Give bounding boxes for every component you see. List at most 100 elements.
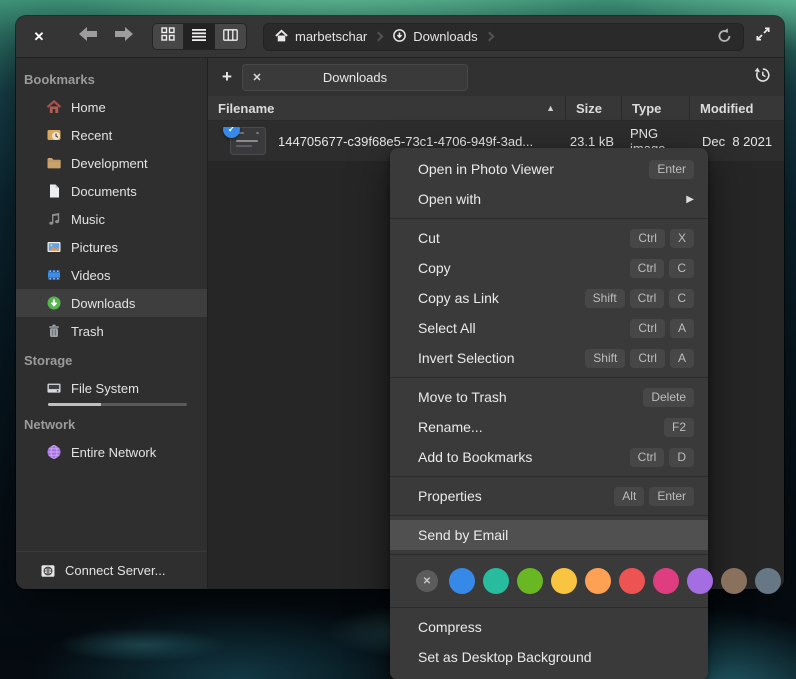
connect-server-label: Connect Server... (65, 563, 165, 578)
tab-close-icon[interactable]: ✕ (243, 71, 271, 84)
menu-item-label: Open with (418, 191, 481, 207)
sidebar-item-entire-network[interactable]: Entire Network (16, 438, 207, 466)
list-header: Filename ▲ Size Type Modified (208, 96, 784, 121)
file-thumbnail: ✓ (230, 127, 266, 155)
sidebar-item-label: File System (71, 381, 139, 396)
sidebar-item-label: Development (71, 156, 148, 171)
path-bar[interactable]: marbetschar Downloads (263, 23, 744, 51)
list-view-icon (192, 28, 206, 46)
color-tag-clear-button[interactable]: ✕ (416, 570, 438, 592)
downloads-icon (46, 295, 62, 311)
menu-item-label: Copy as Link (418, 290, 499, 306)
color-tag-orange[interactable] (585, 568, 611, 594)
sidebar-item-downloads[interactable]: Downloads (16, 289, 207, 317)
sidebar-item-label: Pictures (71, 240, 118, 255)
menu-item-label: Add to Bookmarks (418, 449, 532, 465)
color-tag-red[interactable] (619, 568, 645, 594)
connect-server-button[interactable]: Connect Server... (16, 551, 207, 589)
menu-separator (390, 476, 708, 477)
sidebar-item-label: Home (71, 100, 106, 115)
downloads-emblem-icon (392, 28, 407, 46)
sidebar-item-label: Trash (71, 324, 104, 339)
sidebar-item-label: Documents (71, 184, 137, 199)
color-tag-yellow[interactable] (551, 568, 577, 594)
column-label: Type (632, 101, 661, 116)
key-badge: Ctrl (630, 448, 665, 467)
history-button[interactable] (753, 65, 772, 89)
menu-item-copy-as-link[interactable]: Copy as Link Shift Ctrl C (390, 283, 708, 313)
sidebar-item-pictures[interactable]: Pictures (16, 233, 207, 261)
column-header-modified[interactable]: Modified (690, 96, 784, 120)
color-tag-brown[interactable] (721, 568, 747, 594)
color-tag-blue[interactable] (449, 568, 475, 594)
sidebar-item-home[interactable]: Home (16, 93, 207, 121)
breadcrumb-home[interactable]: marbetschar (274, 28, 367, 46)
menu-item-invert-selection[interactable]: Invert Selection Shift Ctrl A (390, 343, 708, 373)
key-badge: Ctrl (630, 289, 665, 308)
menu-item-add-to-bookmarks[interactable]: Add to Bookmarks Ctrl D (390, 442, 708, 472)
sidebar-item-music[interactable]: Music (16, 205, 207, 233)
menu-item-set-as-desktop-background[interactable]: Set as Desktop Background (390, 642, 708, 672)
color-tag-mint[interactable] (483, 568, 509, 594)
breadcrumb-separator-icon (374, 32, 384, 42)
menu-item-copy[interactable]: Copy Ctrl C (390, 253, 708, 283)
view-switcher (152, 23, 247, 50)
menu-item-compress[interactable]: Compress (390, 612, 708, 642)
menu-separator (390, 218, 708, 219)
column-view-button[interactable] (215, 24, 246, 49)
file-size: 23.1 kB (566, 134, 622, 149)
sidebar-item-file-system[interactable]: File System (16, 374, 207, 402)
column-header-type[interactable]: Type (622, 96, 690, 120)
tab-bar: + ✕ Downloads (208, 58, 784, 96)
disk-usage-fill (48, 403, 101, 406)
menu-item-cut[interactable]: Cut Ctrl X (390, 223, 708, 253)
column-label: Modified (700, 101, 753, 116)
hard-drive-icon (46, 380, 62, 396)
menu-item-move-to-trash[interactable]: Move to Trash Delete (390, 382, 708, 412)
menu-item-open-with[interactable]: Open with ▶ (390, 184, 708, 214)
back-button[interactable] (76, 25, 100, 49)
sidebar-item-development[interactable]: Development (16, 149, 207, 177)
menu-item-select-all[interactable]: Select All Ctrl A (390, 313, 708, 343)
tab-downloads[interactable]: ✕ Downloads (242, 64, 468, 91)
sidebar-section-network: Network (16, 409, 207, 438)
expand-arrows-icon (755, 26, 771, 47)
sidebar-item-recent[interactable]: Recent (16, 121, 207, 149)
recent-clock-icon (46, 127, 62, 143)
sidebar-item-trash[interactable]: Trash (16, 317, 207, 345)
key-badge: D (669, 448, 694, 467)
sidebar-item-videos[interactable]: Videos (16, 261, 207, 289)
forward-button[interactable] (112, 25, 136, 49)
color-tag-pink[interactable] (653, 568, 679, 594)
color-tag-green[interactable] (517, 568, 543, 594)
new-tab-button[interactable]: + (212, 67, 242, 87)
color-tag-slate[interactable] (755, 568, 781, 594)
key-badge: X (670, 229, 694, 248)
window-close-button[interactable]: ✕ (24, 29, 54, 45)
key-badge: C (669, 259, 694, 278)
menu-item-rename[interactable]: Rename... F2 (390, 412, 708, 442)
menu-item-send-by-email[interactable]: Send by Email (390, 520, 708, 550)
menu-separator (390, 607, 708, 608)
column-header-size[interactable]: Size (566, 96, 622, 120)
color-tag-purple[interactable] (687, 568, 713, 594)
menu-separator (390, 377, 708, 378)
menu-item-label: Compress (418, 619, 482, 635)
maximize-button[interactable] (755, 26, 771, 47)
column-view-icon (223, 28, 238, 46)
menu-item-properties[interactable]: Properties Alt Enter (390, 481, 708, 511)
refresh-button[interactable] (716, 27, 733, 47)
sidebar-item-label: Videos (71, 268, 111, 283)
key-badge: Alt (614, 487, 644, 506)
server-globe-icon (40, 563, 56, 579)
grid-view-button[interactable] (153, 24, 184, 49)
sidebar-item-documents[interactable]: Documents (16, 177, 207, 205)
sidebar: Bookmarks Home Recent Development (16, 58, 207, 589)
menu-item-label: Copy (418, 260, 451, 276)
breadcrumb-downloads[interactable]: Downloads (392, 28, 477, 46)
column-header-filename[interactable]: Filename ▲ (208, 96, 566, 120)
document-icon (46, 183, 62, 199)
list-view-button[interactable] (184, 24, 215, 49)
menu-item-label: Invert Selection (418, 350, 515, 366)
menu-item-open-in-photo-viewer[interactable]: Open in Photo Viewer Enter (390, 154, 708, 184)
